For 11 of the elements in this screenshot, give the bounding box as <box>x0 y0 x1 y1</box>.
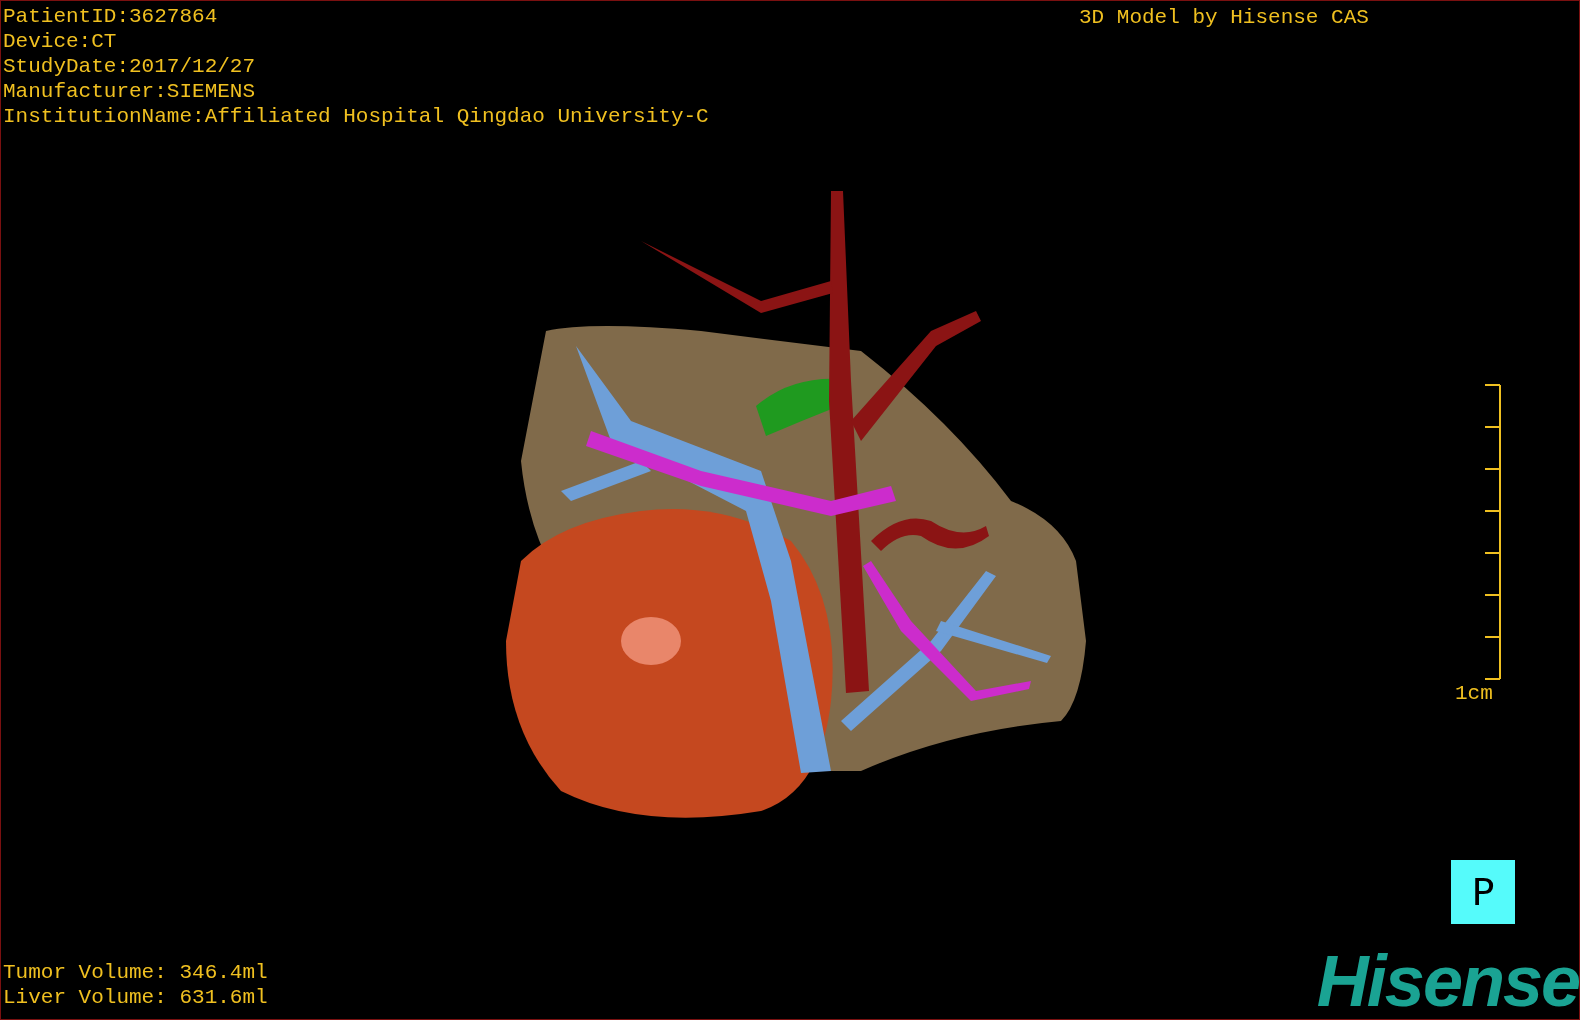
model-title: 3D Model by Hisense CAS <box>1079 5 1369 30</box>
orientation-marker: P <box>1451 860 1515 924</box>
volume-reading: Tumor Volume: 346.4ml <box>3 960 268 985</box>
patient-info-line: Manufacturer:SIEMENS <box>3 79 257 104</box>
patient-info-line: InstitutionName:Affiliated Hospital Qingdao University-C <box>3 104 709 129</box>
logo: Hisense <box>1316 943 1579 1019</box>
volume-reading: Liver Volume: 631.6ml <box>3 985 268 1010</box>
patient-info-line: Device:CT <box>3 29 118 54</box>
scale-label: 1cm <box>1455 681 1493 706</box>
patient-info-line: StudyDate:2017/12/27 <box>3 54 257 79</box>
patient-info-line: PatientID:3627864 <box>3 4 219 29</box>
